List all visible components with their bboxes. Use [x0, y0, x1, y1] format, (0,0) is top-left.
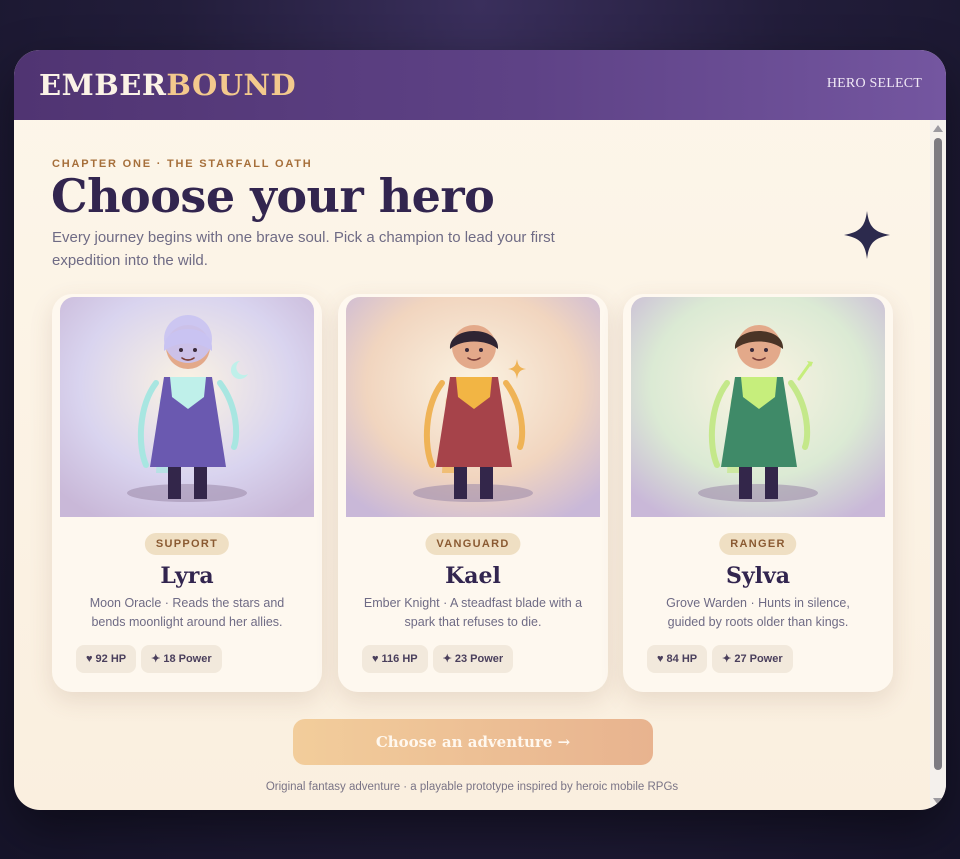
hero-shadow	[127, 484, 247, 502]
hero-portrait	[346, 297, 600, 517]
hero-card-sylva[interactable]: RANGER Sylva Grove Warden · Hunts in silen…	[623, 294, 893, 692]
hp-stat: ♥ 116 HP	[362, 645, 428, 673]
sparkle-icon: ✦	[722, 653, 732, 665]
hp-stat: ♥ 84 HP	[647, 645, 708, 673]
hero-description: Grove Warden · Hunts in silence, guided …	[666, 596, 850, 629]
hero-stats: ♥ 92 HP ✦ 18 Power	[76, 645, 227, 673]
sparkle-icon: ✦	[151, 653, 161, 665]
brand-logo[interactable]: EMBERBOUND	[39, 68, 296, 102]
power-value: 18 Power	[163, 653, 212, 665]
hero-name: Lyra	[160, 563, 214, 589]
hero-description: Moon Oracle · Reads the stars and bends …	[89, 596, 285, 629]
hero-name: Kael	[445, 563, 501, 589]
power-value: 23 Power	[454, 653, 504, 665]
brand-part-1: EMBER	[39, 68, 167, 102]
role-badge: RANGER	[719, 533, 797, 555]
power-stat: ✦ 18 Power	[141, 645, 222, 673]
heart-icon: ♥	[657, 653, 664, 665]
hp-value: 116 HP	[381, 653, 418, 665]
scroll-up-arrow-icon[interactable]	[933, 125, 943, 132]
hero-card-lyra[interactable]: SUPPORT Lyra Moon Oracle · Reads the stars…	[52, 294, 322, 692]
choose-adventure-button[interactable]: Choose an adventure →	[293, 719, 653, 765]
hero-cards: SUPPORT Lyra Moon Oracle · Reads the stars…	[52, 294, 894, 694]
app-window: EMBERBOUND HERO SELECT CHAPTER ONE · THE…	[14, 50, 946, 810]
hero-leg-left	[454, 463, 467, 499]
hero-leg-right	[194, 463, 207, 499]
power-stat: ✦ 27 Power	[712, 645, 793, 673]
heart-icon: ♥	[86, 653, 93, 665]
role-badge: SUPPORT	[144, 533, 230, 555]
hero-stats: ♥ 116 HP ✦ 23 Power	[362, 645, 518, 673]
hero-card-kael[interactable]: VANGUARD Kael Ember Knight · A steadfast b…	[338, 294, 608, 692]
page-title: Choose your hero	[51, 169, 495, 223]
role-badge: VANGUARD	[425, 533, 521, 555]
hp-value: 92 HP	[95, 653, 127, 665]
top-bar: EMBERBOUND HERO SELECT	[14, 50, 946, 120]
hero-portrait	[60, 297, 314, 517]
hero-leg-left	[168, 463, 181, 499]
hero-leg-right	[765, 463, 778, 499]
four-point-star-icon	[844, 211, 890, 259]
scroll-down-arrow-icon[interactable]	[933, 798, 943, 805]
power-value: 27 Power	[734, 653, 783, 665]
nav-hero-select[interactable]: HERO SELECT	[827, 76, 922, 92]
hp-value: 84 HP	[666, 653, 698, 665]
footer-note: Original fantasy adventure · a playable …	[265, 781, 679, 793]
hero-stats: ♥ 84 HP ✦ 27 Power	[647, 645, 798, 673]
hero-description: Ember Knight · A steadfast blade with a …	[363, 596, 583, 629]
hp-stat: ♥ 92 HP	[76, 645, 137, 673]
scroll-thumb[interactable]	[934, 138, 942, 770]
hero-leg-left	[739, 463, 752, 499]
hero-portrait	[631, 297, 885, 517]
heart-icon: ♥	[372, 653, 379, 665]
intro-text: Every journey begins with one brave soul…	[52, 229, 555, 269]
scrollbar[interactable]	[930, 120, 946, 810]
sparkle-icon: ✦	[442, 653, 452, 665]
hero-shadow	[413, 484, 533, 502]
hero-name: Sylva	[725, 563, 791, 589]
hero-leg-right	[480, 463, 493, 499]
power-stat: ✦ 23 Power	[432, 645, 514, 673]
brand-part-2: BOUND	[166, 68, 297, 102]
hero-shadow	[698, 484, 818, 502]
